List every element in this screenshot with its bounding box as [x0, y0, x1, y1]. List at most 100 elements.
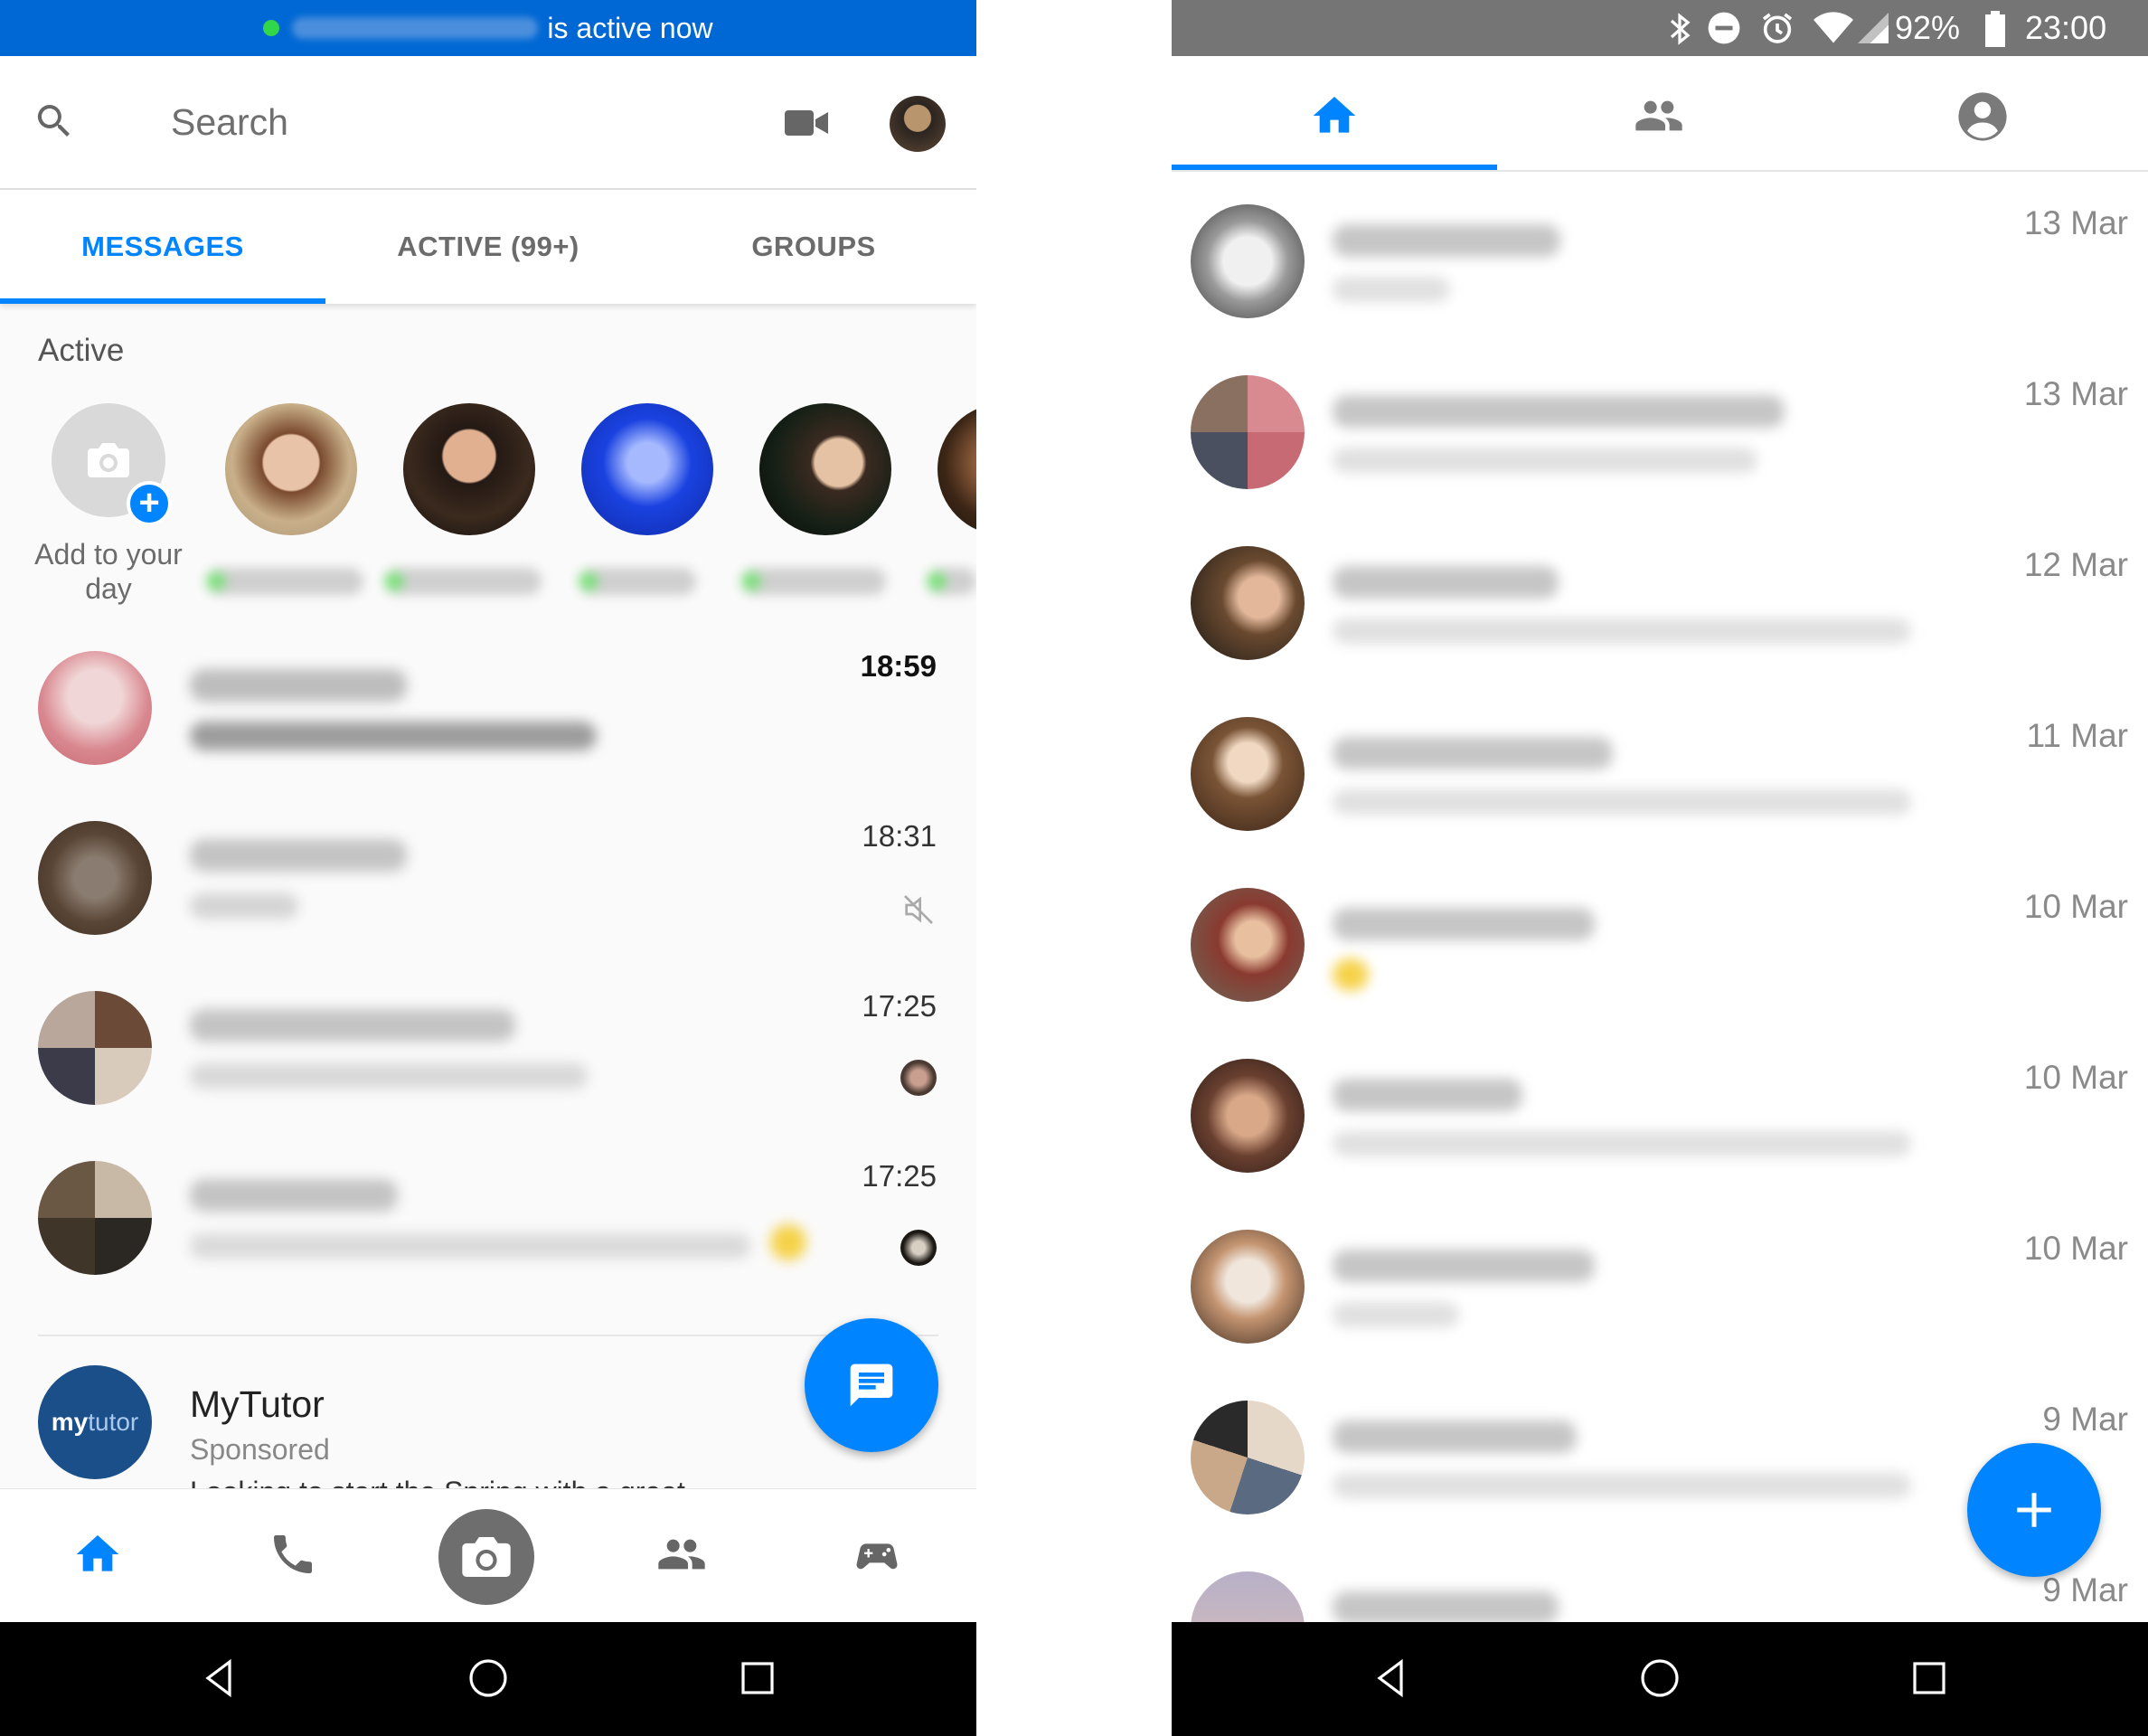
do-not-disturb-icon — [1708, 12, 1740, 44]
message-preview-blurred — [190, 1233, 750, 1259]
tab-active[interactable]: ACTIVE (99+) — [325, 190, 651, 304]
contact-name-blurred — [1333, 1420, 1577, 1453]
conversation-row[interactable]: 17:25 — [0, 1134, 976, 1304]
active-friend-avatar[interactable] — [225, 403, 357, 535]
contact-avatar — [1191, 1401, 1305, 1514]
clock: 23:00 — [2025, 9, 2107, 46]
tab-messages[interactable]: MESSAGES — [0, 190, 325, 304]
selected-tab-indicator — [0, 298, 325, 304]
contact-avatar — [38, 651, 152, 765]
people-icon[interactable] — [655, 1529, 709, 1580]
conversation-row[interactable]: 13 Mar — [1172, 177, 2148, 348]
message-date: 12 Mar — [2023, 546, 2128, 583]
contact-avatar — [38, 1161, 152, 1275]
conversation-row[interactable]: 18:59 — [0, 624, 976, 794]
right-screen: 92% 23:00 13 Mar 13 Mar 12 Mar 11 Mar 10… — [1172, 0, 2148, 1736]
logo-text-light: tutor — [88, 1408, 139, 1436]
contact-name-blurred — [190, 839, 407, 872]
seen-by-avatar — [900, 1060, 937, 1096]
contact-avatar — [1191, 888, 1305, 1002]
contact-avatar — [1191, 1059, 1305, 1173]
camera-button[interactable] — [438, 1509, 534, 1605]
search-input[interactable]: Search — [171, 101, 288, 144]
message-preview-blurred — [190, 722, 597, 750]
sponsored-label: Sponsored — [190, 1433, 330, 1466]
my-profile-avatar[interactable] — [890, 96, 946, 152]
conversation-row[interactable]: 11 Mar — [1172, 690, 2148, 861]
conversation-row[interactable]: 12 Mar — [1172, 519, 2148, 690]
phone-icon[interactable] — [268, 1529, 318, 1580]
home-circle-icon[interactable] — [1638, 1656, 1682, 1700]
people-icon[interactable] — [1631, 90, 1687, 141]
active-section-title: Active — [38, 333, 125, 368]
message-preview-blurred — [1333, 789, 1911, 815]
message-preview-blurred — [190, 893, 298, 919]
emoji-blurred — [1333, 958, 1369, 991]
message-date: 13 Mar — [2023, 204, 2128, 241]
conversation-row[interactable]: 10 Mar — [1172, 861, 2148, 1032]
contact-name-blurred — [1333, 1591, 1559, 1624]
conversation-row[interactable]: 10 Mar — [1172, 1203, 2148, 1373]
message-preview-blurred — [1333, 448, 1757, 473]
contact-name-blurred — [190, 1009, 515, 1042]
message-preview-blurred — [1333, 277, 1450, 302]
sponsored-name[interactable]: MyTutor — [190, 1383, 325, 1426]
muted-icon — [904, 895, 933, 924]
active-friend-name — [384, 568, 542, 595]
android-navigation-bar — [1172, 1622, 2148, 1736]
message-time: 17:25 — [862, 1159, 937, 1193]
message-date: 10 Mar — [2023, 888, 2128, 925]
conversation-row[interactable]: 18:31 — [0, 794, 976, 964]
new-conversation-button[interactable] — [1967, 1443, 2101, 1577]
contact-avatar — [1191, 375, 1305, 489]
active-friend-avatar[interactable] — [581, 403, 713, 535]
home-icon[interactable] — [72, 1529, 123, 1580]
active-friend-name — [579, 568, 696, 595]
contact-name-blurred — [1333, 395, 1785, 428]
video-call-icon[interactable] — [783, 105, 830, 141]
battery-icon — [1985, 11, 2005, 47]
recents-icon[interactable] — [1908, 1656, 1951, 1700]
game-controller-icon[interactable] — [850, 1529, 904, 1580]
contact-avatar — [38, 821, 152, 935]
message-preview-blurred — [1333, 1473, 1911, 1498]
home-icon[interactable] — [1309, 90, 1360, 141]
message-time: 18:31 — [862, 819, 937, 853]
top-tabs — [1172, 56, 2148, 172]
compose-icon — [850, 1363, 893, 1407]
contact-avatar — [1191, 1230, 1305, 1344]
back-icon[interactable] — [1369, 1656, 1412, 1700]
selected-tab-indicator — [1172, 165, 1497, 170]
contact-name-blurred — [1333, 1079, 1522, 1111]
active-now-banner[interactable]: is active now — [0, 0, 976, 56]
conversation-row[interactable]: 17:25 — [0, 964, 976, 1134]
tab-groups[interactable]: GROUPS — [651, 190, 976, 304]
contact-avatar — [1191, 717, 1305, 831]
blurred-contact-name — [292, 17, 539, 39]
conversation-row[interactable]: 10 Mar — [1172, 1032, 2148, 1203]
profile-icon[interactable] — [1956, 90, 2009, 143]
bluetooth-icon — [1670, 13, 1691, 45]
message-date: 9 Mar — [2042, 1571, 2128, 1609]
active-friend-avatar[interactable] — [403, 403, 535, 535]
new-message-button[interactable] — [805, 1318, 938, 1452]
message-date: 13 Mar — [2023, 375, 2128, 412]
status-bar: 92% 23:00 — [1172, 0, 2148, 56]
active-friend-avatar[interactable] — [937, 403, 976, 535]
plus-icon — [2017, 1493, 2051, 1527]
contact-avatar — [1191, 204, 1305, 318]
message-date: 9 Mar — [2042, 1401, 2128, 1438]
conversation-row[interactable]: 13 Mar — [1172, 348, 2148, 519]
contact-name-blurred — [1333, 566, 1559, 599]
divider — [38, 1335, 938, 1336]
recents-icon[interactable] — [736, 1656, 779, 1700]
contact-avatar — [38, 991, 152, 1105]
back-icon[interactable] — [197, 1656, 240, 1700]
message-preview-blurred — [1333, 618, 1911, 644]
mytutor-logo[interactable]: my tutor — [38, 1365, 152, 1479]
search-icon[interactable] — [33, 99, 76, 143]
home-circle-icon[interactable] — [466, 1656, 510, 1700]
logo-text-bold: my — [51, 1408, 89, 1436]
active-friend-avatar[interactable] — [759, 403, 891, 535]
contact-name-blurred — [190, 1179, 398, 1212]
